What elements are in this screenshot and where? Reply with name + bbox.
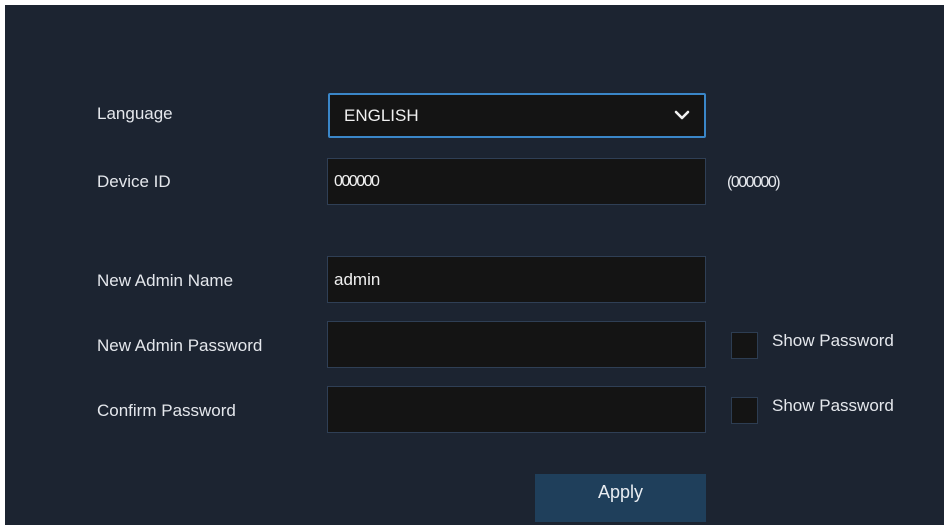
admin-password-input[interactable] <box>327 321 706 368</box>
device-id-label: Device ID <box>97 172 171 191</box>
admin-name-label: New Admin Name <box>97 271 234 290</box>
device-id-input[interactable] <box>327 158 706 205</box>
confirm-password-label: Confirm Password <box>97 401 236 420</box>
show-password-label: Show Password <box>772 331 894 350</box>
apply-button[interactable]: Apply <box>535 474 706 522</box>
admin-password-label: New Admin Password <box>97 336 263 355</box>
show-password-toggle[interactable]: Show Password <box>731 331 894 359</box>
show-confirm-password-checkbox[interactable] <box>731 397 758 424</box>
show-confirm-password-toggle[interactable]: Show Password <box>731 396 894 424</box>
device-id-hint: (000000) <box>727 174 781 191</box>
admin-name-input[interactable] <box>327 256 706 303</box>
language-selected-value: ENGLISH <box>344 105 419 125</box>
show-password-checkbox[interactable] <box>731 332 758 359</box>
chevron-down-icon <box>674 110 690 120</box>
show-confirm-password-label: Show Password <box>772 396 894 415</box>
confirm-password-input[interactable] <box>327 386 706 433</box>
language-select[interactable]: ENGLISH <box>328 93 706 138</box>
language-label: Language <box>97 104 173 123</box>
